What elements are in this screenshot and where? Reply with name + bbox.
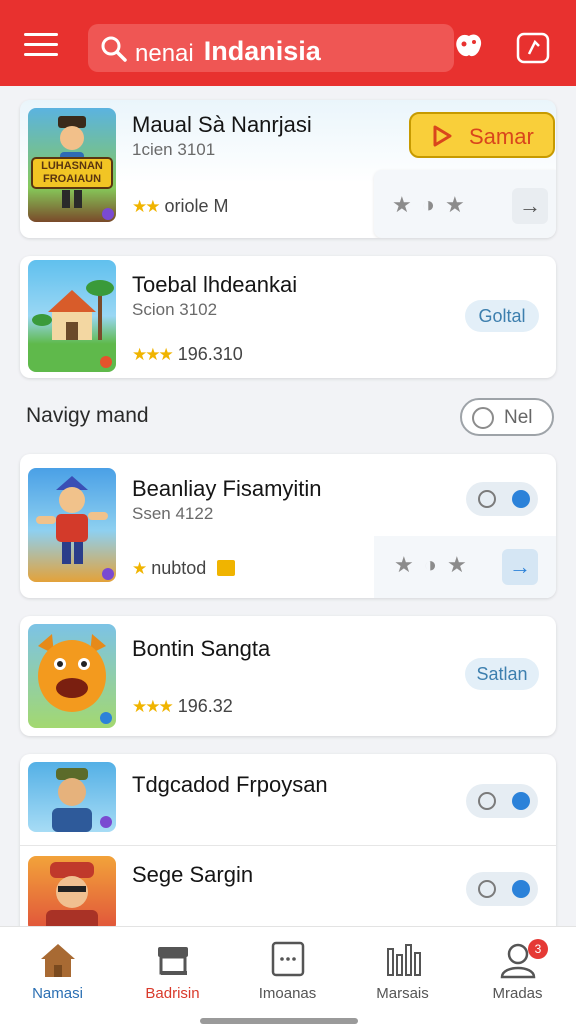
app-title: Maual Sà Nanrjasi (132, 112, 312, 137)
app-title: Beanliay Fisamyitin (132, 476, 322, 501)
bottom-navigation: Namasi Badrisin Imoanas Marsais 3 Mradas (0, 926, 576, 1024)
arrow-right-icon[interactable]: → (512, 188, 548, 224)
app-card[interactable]: Bontin Sangta ★★★ 196.32 Satlan (20, 616, 556, 736)
rating-stars: ★★★ (132, 697, 174, 716)
home-indicator (200, 1018, 358, 1024)
tag-icon (217, 560, 236, 576)
app-thumbnail (28, 856, 116, 932)
nav-item-home[interactable]: Namasi (0, 927, 115, 1024)
rating-stars: ★★ (132, 197, 161, 216)
refresh-icon (472, 407, 494, 429)
nav-item-store[interactable]: Badrisin (115, 927, 230, 1024)
app-thumbnail (28, 624, 116, 728)
app-subtitle: 1cien 3101 (132, 140, 216, 159)
app-title: Sege Sargin (132, 862, 254, 887)
app-card[interactable]: Toebal lhdeankai Scion 3102 ★★★ 196.310 G… (20, 256, 556, 378)
share-icon[interactable] (516, 32, 550, 64)
get-button[interactable]: Satlan (465, 658, 539, 690)
game-art-icon (46, 862, 98, 932)
get-button[interactable]: Goltal (465, 300, 539, 332)
rating-icons[interactable]: ★◑★ (392, 192, 475, 218)
options-toggle[interactable] (466, 784, 538, 818)
nav-item-stats[interactable]: Marsais (345, 927, 460, 1024)
game-logo-text: LUHASNAN FROAIAUN (41, 160, 103, 185)
rating-icons[interactable]: ★◑★ (394, 552, 477, 578)
search-icon (101, 36, 127, 62)
home-icon (41, 944, 75, 977)
app-meta: ★★★ 196.32 (132, 696, 233, 716)
equalizer-icon (387, 944, 421, 976)
app-card[interactable]: LUHASNAN FROAIAUN Maual Sà Nanrjasi 1cie… (20, 100, 556, 238)
game-art-icon (52, 768, 112, 832)
app-thumbnail (28, 468, 116, 582)
store-icon (158, 947, 188, 975)
app-title: Tdgcadod Frpoysan (132, 772, 328, 797)
app-title: Toebal lhdeankai (132, 272, 298, 297)
game-art-icon (32, 280, 114, 368)
section-title: Navigy mand (26, 404, 149, 427)
arrow-right-icon[interactable]: → (502, 549, 538, 585)
app-list-group: Tdgcadod Frpoysan Sege Sargin (20, 754, 556, 932)
nav-item-profile[interactable]: 3 Mradas (460, 927, 575, 1024)
app-thumbnail (28, 260, 116, 372)
app-subtitle: Scion 3102 (132, 300, 218, 319)
top-app-bar: nenai Indanisia (0, 0, 576, 86)
game-art-icon (36, 476, 114, 580)
install-button[interactable]: Samar (409, 112, 555, 158)
message-icon (271, 941, 305, 977)
app-card[interactable]: Beanliay Fisamyitin Ssen 4122 ★ nubtod ★◑… (20, 454, 556, 598)
notification-badge: 3 (528, 939, 548, 959)
rating-stars: ★★★ (132, 345, 174, 364)
options-toggle[interactable] (466, 872, 538, 906)
app-thumbnail (28, 762, 116, 832)
search-query: nenai Indanisia (135, 36, 321, 67)
gamepad-icon[interactable] (452, 28, 486, 62)
rating-stars: ★ (132, 559, 147, 578)
app-title: Bontin Sangta (132, 636, 271, 661)
quick-actions-bar: ★◑★ → (374, 170, 556, 238)
new-button[interactable]: Nel (460, 398, 554, 436)
list-item[interactable]: Tdgcadod Frpoysan (20, 754, 556, 846)
nav-item-messages[interactable]: Imoanas (230, 927, 345, 1024)
app-thumbnail: LUHASNAN FROAIAUN (28, 108, 116, 222)
app-meta: ★★ oriole M (132, 196, 229, 216)
list-item[interactable]: Sege Sargin (20, 846, 556, 932)
options-toggle[interactable] (466, 482, 538, 516)
search-bar[interactable]: nenai Indanisia (88, 24, 454, 72)
app-meta: ★ nubtod (132, 558, 236, 579)
app-meta: ★★★ 196.310 (132, 344, 243, 364)
app-subtitle: Ssen 4122 (132, 504, 214, 523)
game-art-icon (38, 634, 112, 724)
quick-actions-bar: ★◑★ → (374, 536, 556, 598)
play-icon (433, 125, 452, 147)
hamburger-menu-icon[interactable] (24, 33, 58, 57)
